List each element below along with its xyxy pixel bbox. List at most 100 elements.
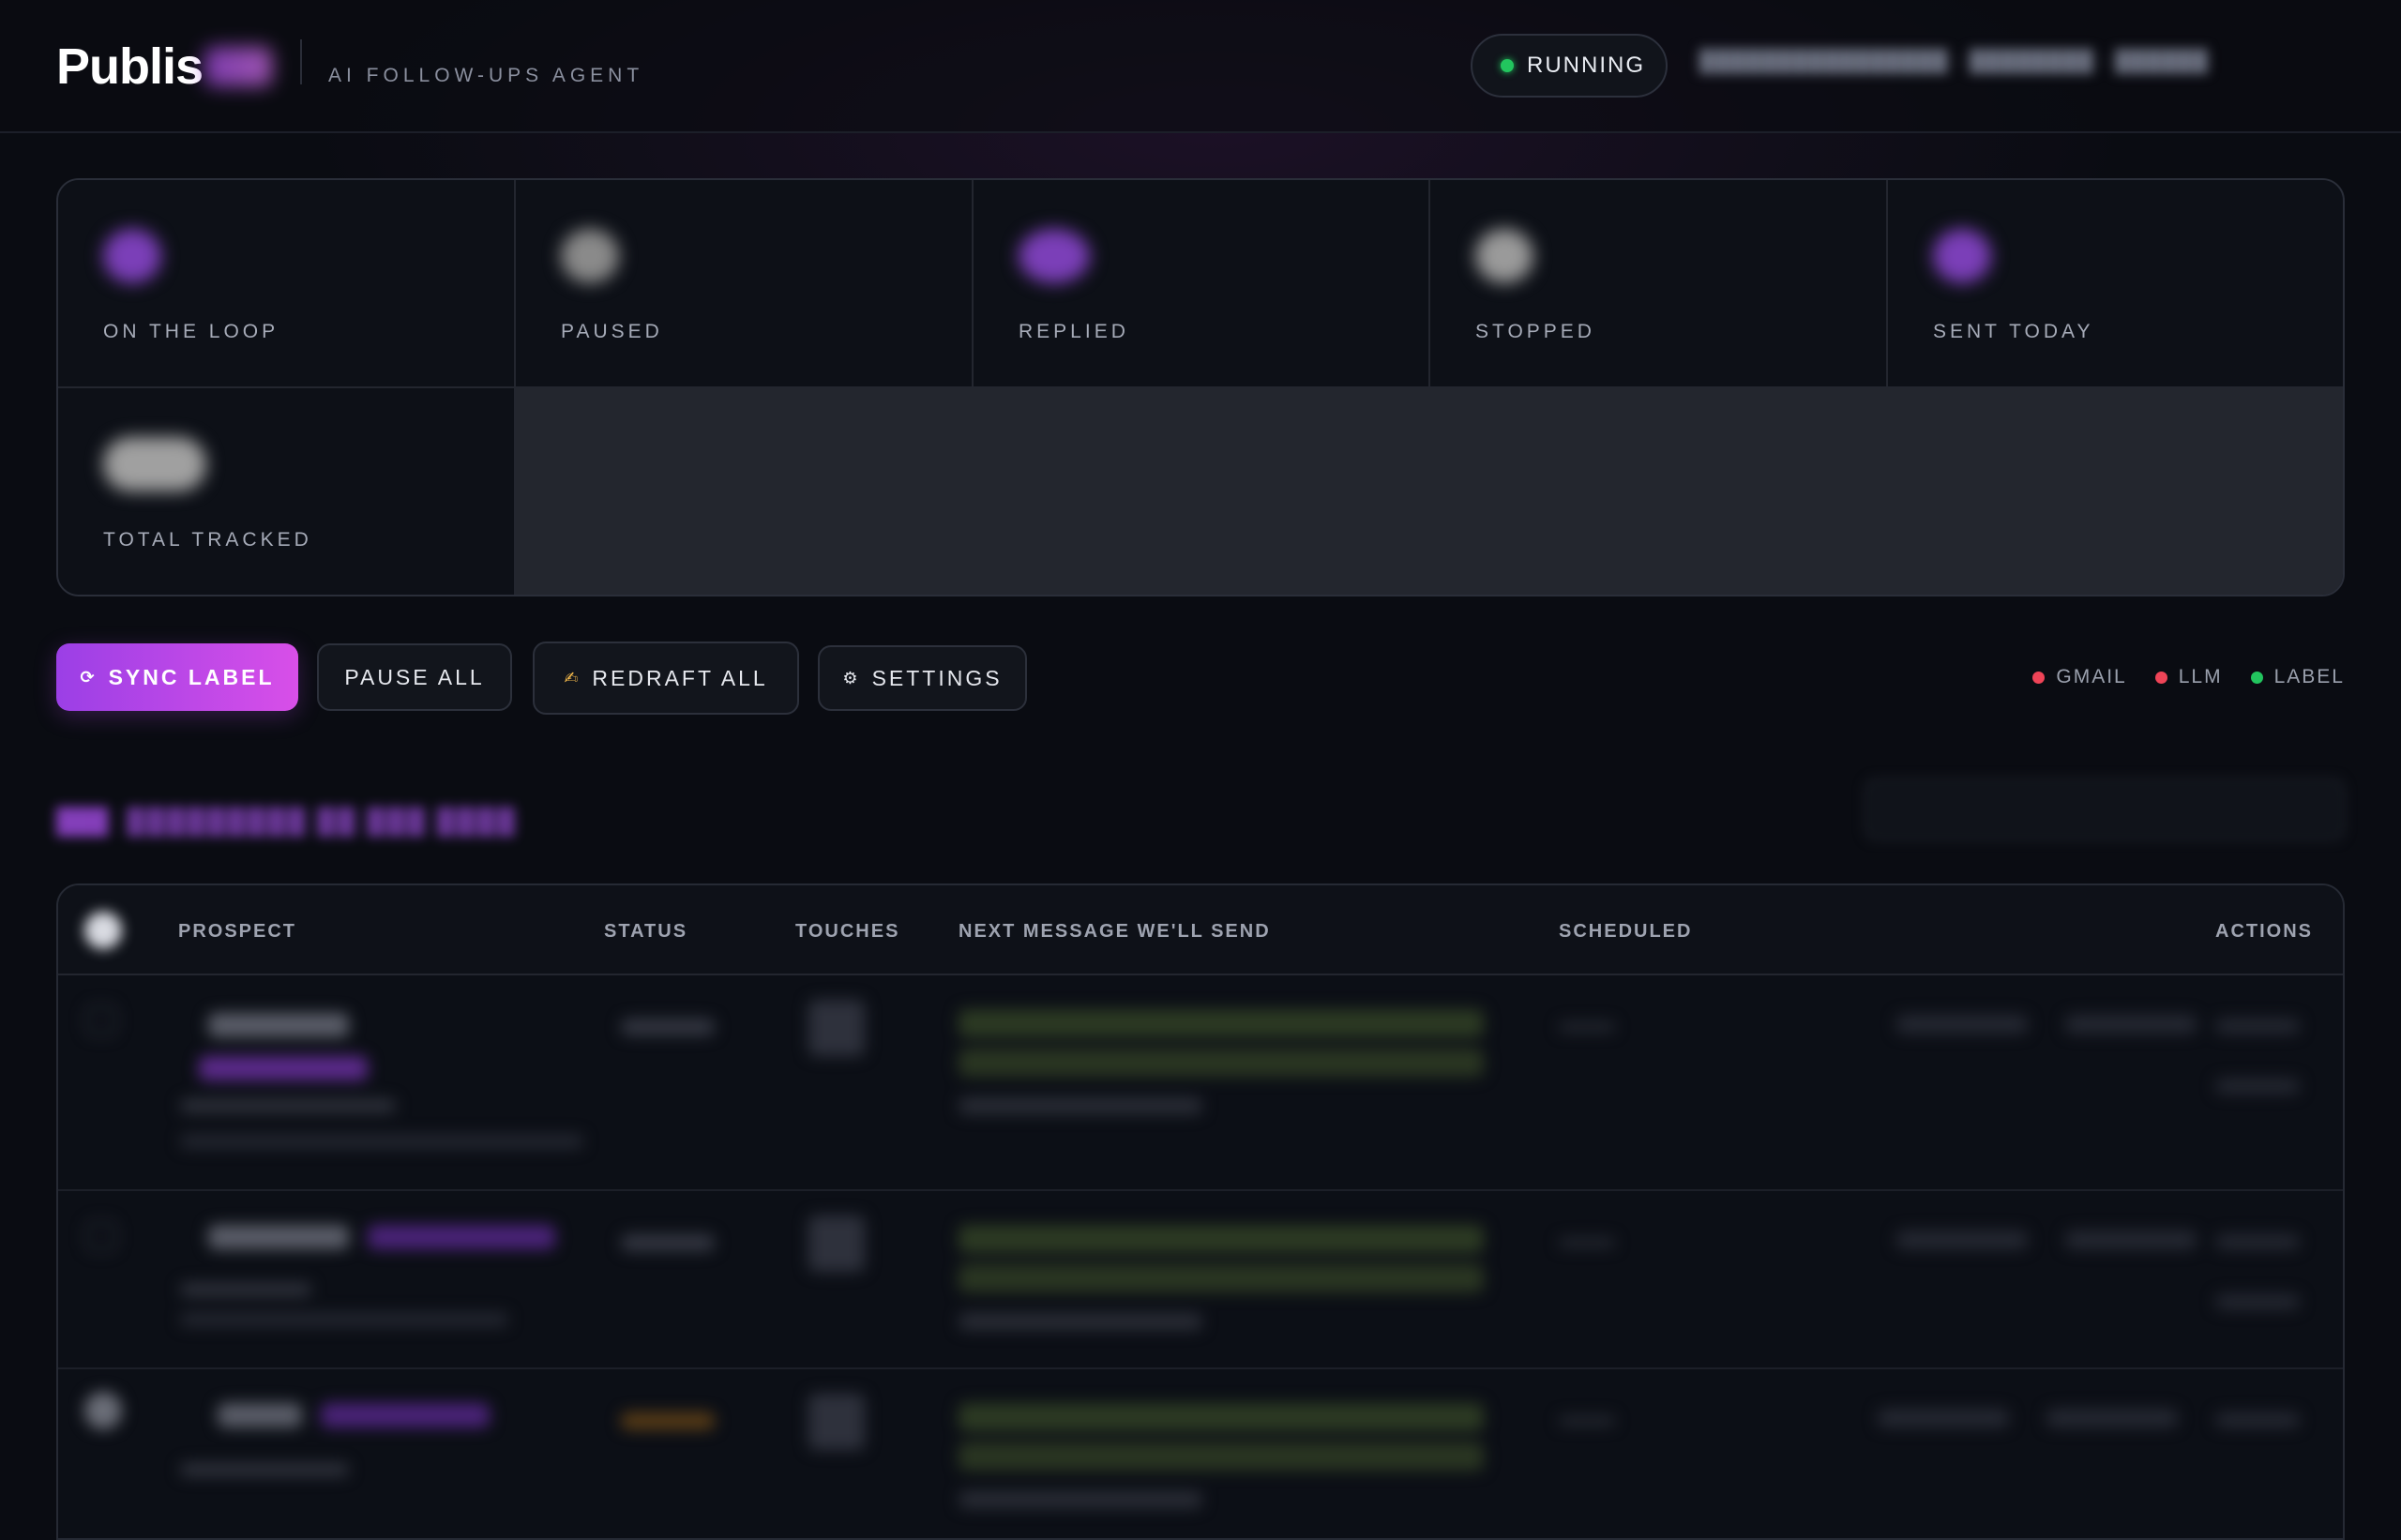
prospects-table: PROSPECT STATUS TOUCHES NEXT MESSAGE WE'… [56, 883, 2345, 1540]
account-info-redacted: ████████████████ · ████████ · ██████ [1699, 49, 2209, 72]
row-checkbox[interactable] [86, 1005, 116, 1035]
next-message-preview-redacted [959, 1264, 1484, 1292]
stats-empty-area [516, 388, 2343, 595]
gear-icon: ⚙ [842, 668, 861, 687]
stat-label: SENT TODAY [1933, 321, 2094, 342]
row-action-redacted[interactable] [2215, 1079, 2300, 1094]
stat-label: TOTAL TRACKED [103, 529, 312, 551]
legend-label: LABEL [2273, 666, 2345, 687]
table-row[interactable] [58, 1369, 2343, 1538]
sync-icon: ⟳ [80, 667, 98, 687]
service-health-legend: GMAIL LLM LABEL [2032, 666, 2345, 688]
touches-count-redacted [808, 1000, 865, 1056]
legend-label: LLM [2178, 666, 2223, 687]
prospect-email-redacted [180, 1099, 396, 1112]
col-actions: ACTIONS [2215, 921, 2313, 942]
table-row[interactable] [58, 975, 2343, 1191]
touches-count-redacted [808, 1394, 865, 1450]
stat-label: ON THE LOOP [103, 321, 279, 342]
stat-value-redacted [103, 437, 206, 491]
next-message-preview-redacted [959, 1009, 1484, 1037]
row-checkbox[interactable] [86, 1221, 116, 1251]
sync-label-button[interactable]: ⟳ SYNC LABEL [56, 643, 298, 711]
legend-gmail: GMAIL [2032, 666, 2126, 688]
row-action-redacted[interactable] [2215, 1019, 2300, 1034]
next-message-meta-redacted [959, 1313, 1202, 1330]
stat-replied: REPLIED [974, 180, 1430, 388]
stat-value-redacted [1475, 229, 1533, 283]
status-dot-icon [1501, 59, 1514, 72]
prospect-name-redacted [208, 1013, 349, 1037]
section-count-redacted: ███ [56, 806, 109, 835]
sync-label-text: SYNC LABEL [108, 664, 275, 689]
prospect-tag-redacted [321, 1403, 490, 1427]
stat-value-redacted [1933, 229, 1991, 283]
next-message-meta-redacted [959, 1097, 1202, 1114]
app-header: Publis AI FOLLOW-UPS AGENT RUNNING █████… [0, 0, 2401, 133]
redraft-all-button[interactable]: ✍ REDRAFT ALL [533, 642, 799, 715]
stat-value-redacted [561, 229, 619, 283]
prospect-email-redacted [180, 1463, 349, 1476]
section-title-redacted: █████████ ██ ███ ████ [127, 806, 518, 835]
status-badge-redacted [621, 1412, 715, 1429]
section-heading-redacted: ███ █████████ ██ ███ ████ [56, 805, 518, 837]
status-badge-redacted [621, 1234, 715, 1251]
row-action-redacted[interactable] [1896, 1015, 2028, 1034]
col-prospect[interactable]: PROSPECT [178, 921, 296, 943]
prospect-email-redacted [180, 1283, 311, 1296]
settings-text: SETTINGS [871, 665, 1003, 690]
agent-status-text: RUNNING [1527, 53, 1645, 78]
row-checkbox[interactable] [84, 1392, 122, 1429]
legend-llm: LLM [2154, 666, 2223, 688]
legend-label-service: LABEL [2250, 666, 2345, 688]
select-all-checkbox[interactable] [84, 912, 122, 949]
table-header: PROSPECT STATUS TOUCHES NEXT MESSAGE WE'… [58, 885, 2343, 975]
col-next-message[interactable]: NEXT MESSAGE WE'LL SEND [959, 921, 1271, 943]
app-tagline: AI FOLLOW-UPS AGENT [328, 65, 644, 86]
next-message-preview-redacted [959, 1049, 1484, 1077]
prospect-tag-redacted [199, 1056, 368, 1080]
row-action-redacted[interactable] [1896, 1230, 2028, 1249]
stat-paused: PAUSED [516, 180, 974, 388]
scheduled-redacted [1559, 1416, 1615, 1426]
table-row[interactable] [58, 1191, 2343, 1369]
prospect-meta-redacted [180, 1313, 508, 1326]
brand-logo[interactable]: Publis [56, 38, 204, 96]
col-scheduled[interactable]: SCHEDULED [1559, 921, 1692, 943]
pause-all-text: PAUSE ALL [344, 664, 485, 689]
row-action-redacted[interactable] [2065, 1230, 2197, 1249]
status-dot-icon [2250, 671, 2263, 684]
stat-stopped: STOPPED [1430, 180, 1888, 388]
stat-on-the-loop: ON THE LOOP [58, 180, 516, 388]
stat-total-tracked: TOTAL TRACKED [58, 388, 516, 595]
next-message-preview-redacted [959, 1442, 1484, 1471]
row-action-redacted[interactable] [2046, 1409, 2178, 1427]
row-action-redacted[interactable] [2065, 1015, 2197, 1034]
brand-logo-suffix [204, 47, 272, 86]
col-status[interactable]: STATUS [604, 921, 687, 943]
status-dot-icon [2154, 671, 2167, 684]
prospect-meta-redacted [180, 1135, 583, 1148]
row-action-redacted[interactable] [2215, 1412, 2300, 1427]
row-action-redacted[interactable] [1878, 1409, 2009, 1427]
status-badge-redacted [621, 1019, 715, 1035]
pause-all-button[interactable]: PAUSE ALL [317, 643, 512, 711]
legend-label: GMAIL [2056, 666, 2127, 687]
scheduled-redacted [1559, 1238, 1615, 1247]
stats-panel: ON THE LOOP PAUSED REPLIED STOPPED SENT … [56, 178, 2345, 596]
col-touches[interactable]: TOUCHES [795, 921, 899, 943]
stat-value-redacted [103, 229, 161, 283]
prospect-tag-redacted [368, 1225, 555, 1249]
status-dot-icon [2032, 671, 2046, 684]
writing-hand-icon: ✍ [564, 668, 581, 687]
row-action-redacted[interactable] [2215, 1234, 2300, 1249]
touches-count-redacted [808, 1215, 865, 1272]
header-divider [300, 39, 302, 84]
scheduled-redacted [1559, 1022, 1615, 1032]
row-action-redacted[interactable] [2215, 1294, 2300, 1309]
settings-button[interactable]: ⚙ SETTINGS [818, 645, 1027, 711]
agent-status-badge[interactable]: RUNNING [1471, 34, 1668, 98]
prospect-name-redacted [208, 1225, 349, 1249]
next-message-meta-redacted [959, 1491, 1202, 1508]
search-input-redacted[interactable] [1865, 778, 2345, 840]
